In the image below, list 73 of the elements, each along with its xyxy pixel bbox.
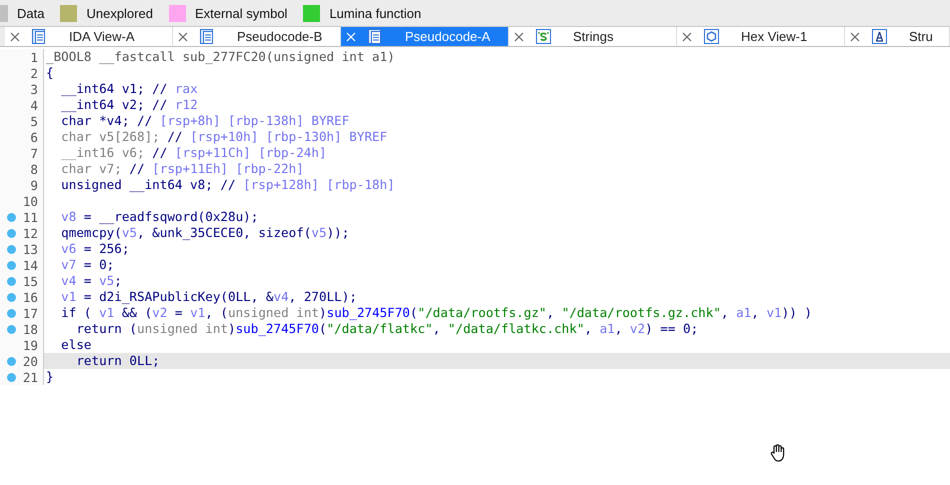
hand-cursor-icon	[770, 444, 786, 462]
breakpoint-dot[interactable]	[6, 276, 16, 286]
close-icon	[10, 32, 20, 42]
strings-icon	[536, 29, 551, 44]
close-icon	[514, 32, 524, 42]
line-number: 18	[22, 322, 38, 336]
line-number: 12	[22, 226, 38, 240]
line-number: 2	[29, 66, 38, 80]
document-icon	[32, 29, 47, 44]
code-line: {	[45, 65, 55, 81]
code-line: __int64 v2; // r12	[60, 97, 199, 113]
code-line: v8 = __readfsqword(0x28u);	[60, 209, 260, 225]
breakpoint-dot[interactable]	[6, 212, 16, 222]
line-number: 5	[29, 114, 38, 128]
code-line: v1 = d2i_RSAPublicKey(0LL, &v4, 270LL);	[60, 289, 358, 305]
breakpoint-dot[interactable]	[6, 292, 16, 302]
breakpoint-dot[interactable]	[6, 228, 16, 238]
close-icon	[850, 32, 860, 42]
structure-icon	[872, 29, 887, 44]
legend-label: Unexplored	[86, 6, 153, 20]
document-icon	[200, 29, 215, 44]
code-line: __int16 v6; // [rsp+11Ch] [rbp-24h]	[60, 145, 328, 161]
tab[interactable]: Stru	[845, 27, 950, 46]
close-icon	[178, 32, 188, 42]
line-number: 15	[22, 274, 38, 288]
line-number: 7	[29, 146, 38, 160]
legend-label: Data	[17, 6, 44, 20]
tab[interactable]: Pseudocode-B	[173, 27, 341, 46]
code-line: char v7; // [rsp+11Eh] [rbp-22h]	[60, 161, 305, 177]
breakpoint-dot[interactable]	[6, 356, 16, 366]
code-line: _BOOL8 __fastcall sub_277FC20(unsigned int a1)	[45, 49, 396, 65]
line-number: 16	[22, 290, 38, 304]
code-line: qmemcpy(v5, &unk_35CECE0, sizeof(v5));	[60, 225, 350, 241]
close-icon	[346, 32, 356, 42]
legend-label: External symbol	[194, 6, 288, 20]
line-number: 11	[22, 210, 38, 224]
line-number: 4	[29, 98, 38, 112]
code-line: unsigned __int64 v8; // [rsp+128h] [rbp-18h]	[60, 177, 396, 193]
line-number: 19	[22, 338, 38, 352]
tab[interactable]: Strings	[509, 27, 677, 46]
code-line: }	[45, 369, 55, 385]
line-number: 10	[22, 194, 38, 208]
code-line: return (unsigned int)sub_2745F70("/data/flatkc", "/data/flatkc.chk", a1, v2) == 0;	[75, 321, 700, 337]
tab[interactable]: IDA View-A	[5, 27, 173, 46]
line-number: 3	[29, 82, 38, 96]
code-line: __int64 v1; // rax	[60, 81, 199, 97]
code-line: v7 = 0;	[60, 257, 116, 273]
code-line: if ( v1 && (v2 = v1, (unsigned int)sub_2745F70("/data/rootfs.gz", "/data/rootfs.gz.chk", a1, v1)) )	[60, 305, 813, 321]
close-icon	[682, 32, 692, 42]
breakpoint-dot[interactable]	[6, 324, 16, 334]
document-icon	[368, 29, 383, 44]
line-number: 20	[22, 354, 38, 368]
line-number: 13	[22, 242, 38, 256]
code-line: else	[60, 337, 92, 353]
breakpoint-dot[interactable]	[6, 308, 16, 318]
legend-label: Lumina function	[329, 6, 422, 20]
code-line: v6 = 256;	[60, 241, 130, 257]
line-number: 21	[22, 370, 38, 384]
breakpoint-dot[interactable]	[6, 372, 16, 382]
line-number: 1	[29, 50, 38, 64]
code-line: char *v4; // [rsp+8h] [rbp-138h] BYREF	[60, 113, 350, 129]
tab[interactable]: Hex View-1	[677, 27, 845, 46]
line-number: 8	[29, 162, 38, 176]
line-number: 9	[29, 178, 38, 192]
tab[interactable]: Pseudocode-A	[341, 27, 509, 46]
breakpoint-dot[interactable]	[6, 244, 16, 254]
code-line: char v5[268]; // [rsp+10h] [rbp-130h] BYREF	[60, 129, 388, 145]
line-number: 14	[22, 258, 38, 272]
line-number: 6	[29, 130, 38, 144]
code-line: v4 = v5;	[60, 273, 123, 289]
hexagon-icon	[704, 29, 719, 44]
line-number: 17	[22, 306, 38, 320]
breakpoint-dot[interactable]	[6, 260, 16, 270]
